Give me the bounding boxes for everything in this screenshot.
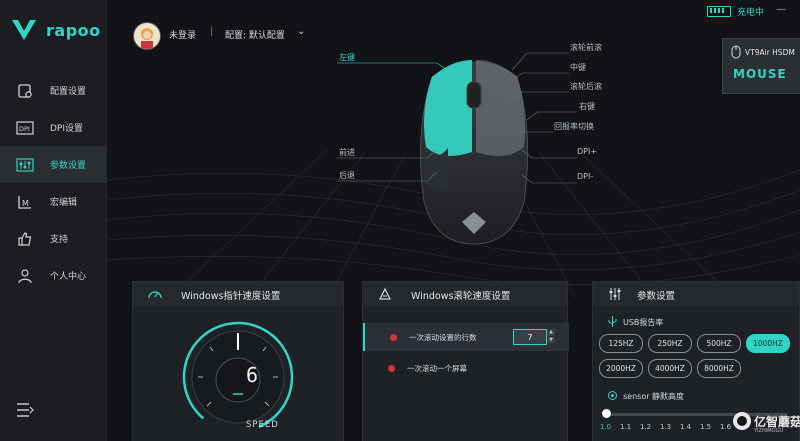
rate-125[interactable]: 125HZ: [599, 334, 643, 353]
scroll-panel-title: Windows滚轮速度设置: [411, 291, 511, 302]
sensor-icon: [608, 391, 617, 400]
watermark-sub: YIZHIMOGU: [754, 428, 783, 434]
usb-rate-label: USB报告率: [623, 318, 664, 327]
scroll-lines-input[interactable]: 7: [513, 329, 547, 345]
rate-500[interactable]: 500HZ: [697, 334, 741, 353]
sidebar-item-label: 个人中心: [50, 272, 87, 282]
sidebar-item-label: DPI设置: [50, 124, 84, 134]
pointer-panel-title: Windows指针速度设置: [181, 291, 281, 302]
rate-4000[interactable]: 4000HZ: [648, 359, 692, 378]
stepper-down-icon[interactable]: ▼: [547, 336, 555, 343]
menu-icon[interactable]: [16, 402, 34, 418]
speedometer-icon: [148, 291, 162, 299]
lod-slider-handle[interactable]: [602, 409, 611, 418]
sidebar-item-dpi[interactable]: DPI DPI设置: [0, 109, 106, 146]
macro-icon: M: [16, 193, 34, 211]
svg-text:M: M: [22, 199, 29, 208]
panel-header: Windows指针速度设置: [133, 282, 343, 306]
scroll-option-screen-label: 一次滚动一个屏幕: [407, 363, 467, 373]
speed-value: 6: [246, 363, 259, 387]
dpi-icon: DPI: [16, 119, 34, 137]
usb-icon: [608, 316, 617, 327]
rate-2000[interactable]: 2000HZ: [599, 359, 643, 378]
svg-text:DPI: DPI: [19, 125, 30, 133]
rate-8000[interactable]: 8000HZ: [697, 359, 741, 378]
main-area: 未登录 | 配置: 默认配置 ⌄ 充电中 — VT9Air HSDM MOUSE…: [107, 0, 800, 441]
sidebar-item-support[interactable]: 支持: [0, 220, 106, 257]
speed-label: SPEED: [246, 420, 279, 430]
scroll-option-lines[interactable]: 一次滚动设置的行数 7 ▲ ▼: [363, 323, 569, 351]
config-settings-icon: [16, 82, 34, 100]
minimize-button[interactable]: —: [776, 4, 786, 15]
mouse-icon: [731, 45, 741, 59]
parameter-settings-icon: [16, 156, 34, 174]
panel-header: Windows滚轮速度设置: [363, 282, 567, 306]
pointer-speed-panel: Windows指针速度设置 6 SPEED: [132, 281, 344, 441]
sidebar-item-label: 参数设置: [50, 161, 87, 171]
config-selector[interactable]: 配置: 默认配置: [225, 28, 285, 41]
sidebar-item-config[interactable]: 配置设置: [0, 72, 106, 109]
sidebar-item-label: 配置设置: [50, 87, 87, 97]
radio-dot[interactable]: [390, 333, 397, 341]
sidebar: rapoo 配置设置 DPI DPI设置 参数设置 M 宏编辑 支持 个人中心: [0, 0, 107, 441]
sidebar-item-label: 支持: [50, 235, 69, 245]
lod-tick: 1.5: [700, 423, 712, 431]
scroll-speed-panel: Windows滚轮速度设置 一次滚动设置的行数 7 ▲ ▼ 一次滚动一个屏幕: [362, 281, 569, 441]
sidebar-item-profile[interactable]: 个人中心: [0, 257, 106, 294]
device-type: MOUSE: [733, 67, 787, 81]
user-icon: [16, 267, 34, 285]
rapoo-logo-icon: [12, 20, 36, 40]
watermark-logo-icon: [733, 412, 751, 430]
lod-tick: 1.1: [620, 423, 632, 431]
lod-tick: 1.4: [680, 423, 692, 431]
thumbs-up-icon: [16, 230, 34, 248]
watermark: 亿智蘑菇 YIZHIMOGU: [732, 406, 800, 436]
logo-text: rapoo: [46, 20, 101, 40]
scroll-option-screen[interactable]: 一次滚动一个屏幕: [363, 354, 567, 382]
panel-header: 参数设置: [593, 282, 799, 306]
rate-1000[interactable]: 1000HZ: [746, 334, 790, 353]
speed-dial[interactable]: [178, 320, 298, 435]
sidebar-item-label: 宏编辑: [50, 198, 78, 208]
sidebar-nav: 配置设置 DPI DPI设置 参数设置 M 宏编辑 支持 个人中心: [0, 72, 106, 294]
scroll-lines-stepper[interactable]: ▲ ▼: [547, 329, 555, 343]
sliders-icon: [609, 288, 621, 300]
device-name: VT9Air HSDM: [745, 48, 795, 57]
charging-status: 充电中: [737, 8, 765, 18]
stepper-up-icon[interactable]: ▲: [547, 329, 555, 336]
radio-dot[interactable]: [388, 364, 395, 372]
rate-250[interactable]: 250HZ: [648, 334, 692, 353]
chevron-down-icon[interactable]: ⌄: [297, 26, 305, 37]
lod-tick: 1.0: [600, 423, 612, 431]
sensor-lod-label: sensor 静默高度: [623, 392, 685, 401]
device-card[interactable]: VT9Air HSDM MOUSE: [722, 38, 800, 94]
scroll-icon: [379, 287, 391, 300]
lod-tick: 1.2: [640, 423, 652, 431]
sidebar-item-macro[interactable]: M 宏编辑: [0, 183, 106, 220]
login-status[interactable]: 未登录: [169, 28, 196, 41]
param-panel-title: 参数设置: [637, 291, 676, 302]
battery-icon: [707, 6, 731, 17]
lod-tick: 1.3: [660, 423, 672, 431]
sidebar-item-params[interactable]: 参数设置: [0, 146, 106, 183]
callout-lines: [337, 52, 577, 184]
header-separator: |: [210, 26, 214, 37]
avatar[interactable]: [133, 22, 161, 50]
lod-tick: 1.6: [720, 423, 732, 431]
scroll-option-lines-label: 一次滚动设置的行数: [409, 332, 477, 342]
logo: rapoo: [10, 18, 101, 42]
